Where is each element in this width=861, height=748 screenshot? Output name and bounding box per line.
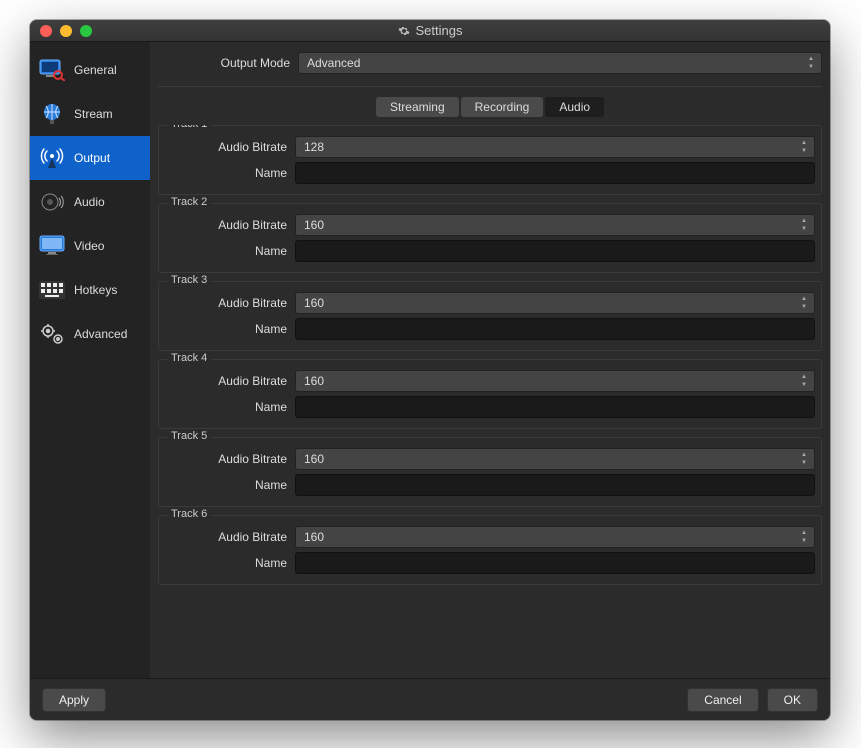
traffic-lights — [30, 25, 92, 37]
sidebar-item-label: Advanced — [74, 327, 127, 341]
tab-audio[interactable]: Audio — [545, 97, 604, 117]
name-label: Name — [165, 166, 295, 180]
track-group: Track 1 Audio Bitrate 128 ▲▼ Name — [158, 125, 822, 195]
bitrate-label: Audio Bitrate — [165, 530, 295, 544]
name-label: Name — [165, 322, 295, 336]
bitrate-select[interactable]: 160 ▲▼ — [295, 526, 815, 548]
track-title: Track 2 — [167, 196, 211, 208]
bitrate-value: 160 — [304, 452, 324, 466]
speaker-icon — [38, 188, 66, 216]
sidebar-item-hotkeys[interactable]: Hotkeys — [30, 268, 150, 312]
footer: Apply Cancel OK — [30, 678, 830, 720]
stepper-icon: ▲▼ — [804, 55, 818, 71]
sidebar: General Stream Output Audio — [30, 42, 150, 678]
output-mode-value: Advanced — [307, 56, 360, 70]
bitrate-label: Audio Bitrate — [165, 140, 295, 154]
track-title: Track 6 — [167, 508, 211, 520]
bitrate-select[interactable]: 160 ▲▼ — [295, 292, 815, 314]
close-icon[interactable] — [40, 25, 52, 37]
tracks-container: Track 1 Audio Bitrate 128 ▲▼ Name Track 2 Audi… — [158, 125, 822, 678]
tab-recording[interactable]: Recording — [461, 97, 544, 117]
name-input[interactable] — [295, 552, 815, 574]
name-label: Name — [165, 244, 295, 258]
cogs-icon — [38, 320, 66, 348]
sidebar-item-video[interactable]: Video — [30, 224, 150, 268]
sidebar-item-label: Video — [74, 239, 104, 253]
globe-icon — [38, 100, 66, 128]
sidebar-item-label: General — [74, 63, 117, 77]
keyboard-icon — [38, 276, 66, 304]
name-input[interactable] — [295, 162, 815, 184]
content-pane: Output Mode Advanced ▲▼ Streaming Record… — [150, 42, 830, 678]
track-title: Track 4 — [167, 352, 211, 364]
output-mode-label: Output Mode — [158, 56, 298, 70]
divider — [158, 86, 822, 87]
ok-button[interactable]: OK — [767, 688, 818, 712]
monitor-wrench-icon — [38, 56, 66, 84]
track-title: Track 1 — [167, 125, 211, 130]
cancel-button[interactable]: Cancel — [687, 688, 758, 712]
name-input[interactable] — [295, 396, 815, 418]
zoom-icon[interactable] — [80, 25, 92, 37]
sidebar-item-general[interactable]: General — [30, 48, 150, 92]
minimize-icon[interactable] — [60, 25, 72, 37]
settings-window: Settings General Stream Output — [30, 20, 830, 720]
sidebar-item-label: Stream — [74, 107, 113, 121]
bitrate-value: 160 — [304, 218, 324, 232]
sidebar-item-label: Output — [74, 151, 110, 165]
track-title: Track 5 — [167, 430, 211, 442]
name-label: Name — [165, 400, 295, 414]
bitrate-select[interactable]: 160 ▲▼ — [295, 448, 815, 470]
sidebar-item-stream[interactable]: Stream — [30, 92, 150, 136]
stepper-icon: ▲▼ — [797, 217, 811, 233]
track-title: Track 3 — [167, 274, 211, 286]
output-tabs: Streaming Recording Audio — [158, 97, 822, 117]
name-label: Name — [165, 478, 295, 492]
sidebar-item-output[interactable]: Output — [30, 136, 150, 180]
titlebar: Settings — [30, 20, 830, 42]
apply-button[interactable]: Apply — [42, 688, 106, 712]
window-title: Settings — [416, 23, 463, 38]
sidebar-item-audio[interactable]: Audio — [30, 180, 150, 224]
output-mode-select[interactable]: Advanced ▲▼ — [298, 52, 822, 74]
bitrate-select[interactable]: 128 ▲▼ — [295, 136, 815, 158]
stepper-icon: ▲▼ — [797, 295, 811, 311]
track-group: Track 6Audio Bitrate160▲▼Name — [158, 515, 822, 585]
track-group: Track 2Audio Bitrate160▲▼Name — [158, 203, 822, 273]
bitrate-value: 160 — [304, 374, 324, 388]
bitrate-select[interactable]: 160 ▲▼ — [295, 370, 815, 392]
stepper-icon: ▲▼ — [797, 529, 811, 545]
antenna-icon — [38, 144, 66, 172]
name-input[interactable] — [295, 318, 815, 340]
bitrate-label: Audio Bitrate — [165, 374, 295, 388]
bitrate-label: Audio Bitrate — [165, 218, 295, 232]
sidebar-item-label: Audio — [74, 195, 105, 209]
stepper-icon: ▲▼ — [797, 373, 811, 389]
track-group: Track 4Audio Bitrate160▲▼Name — [158, 359, 822, 429]
bitrate-select[interactable]: 160 ▲▼ — [295, 214, 815, 236]
bitrate-value: 160 — [304, 296, 324, 310]
bitrate-label: Audio Bitrate — [165, 296, 295, 310]
bitrate-label: Audio Bitrate — [165, 452, 295, 466]
name-input[interactable] — [295, 474, 815, 496]
stepper-icon: ▲▼ — [797, 139, 811, 155]
tab-streaming[interactable]: Streaming — [376, 97, 459, 117]
bitrate-value: 128 — [304, 140, 324, 154]
settings-icon — [398, 25, 410, 37]
bitrate-value: 160 — [304, 530, 324, 544]
track-group: Track 3Audio Bitrate160▲▼Name — [158, 281, 822, 351]
name-input[interactable] — [295, 240, 815, 262]
name-label: Name — [165, 556, 295, 570]
stepper-icon: ▲▼ — [797, 451, 811, 467]
track-group: Track 5Audio Bitrate160▲▼Name — [158, 437, 822, 507]
monitor-icon — [38, 232, 66, 260]
sidebar-item-label: Hotkeys — [74, 283, 117, 297]
sidebar-item-advanced[interactable]: Advanced — [30, 312, 150, 356]
